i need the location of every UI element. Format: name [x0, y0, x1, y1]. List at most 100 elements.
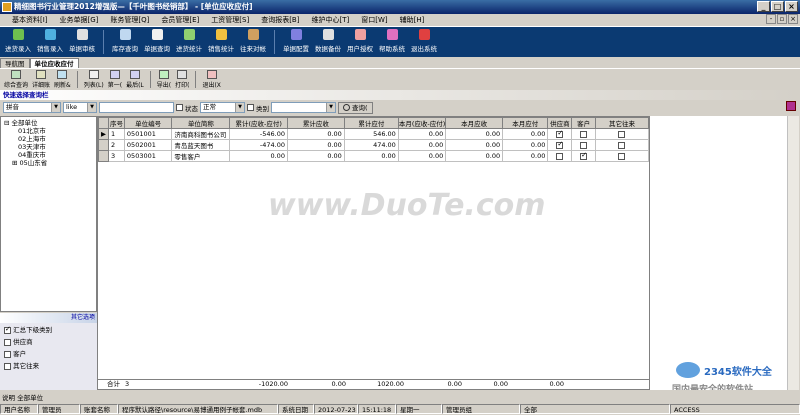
checkbox[interactable] — [556, 141, 564, 149]
menu-basic[interactable]: 基本资料[I] — [6, 14, 54, 27]
cell-other-checkbox[interactable] — [594, 128, 649, 140]
menu-accounts[interactable]: 账务管理[Q] — [104, 14, 155, 27]
user-auth-button[interactable]: 用户授权 — [344, 27, 376, 57]
exit-button[interactable]: 退出系统 — [408, 27, 440, 57]
vertical-scrollbar[interactable] — [787, 116, 799, 390]
detail-ledger-button[interactable]: 详细账 — [30, 69, 52, 90]
table-row[interactable]: ▶ 1 0501001 济南商科图书公司 -546.00 0.00 546.00 0.00 0.… — [98, 128, 649, 140]
menu-window[interactable]: 窗口[W] — [355, 14, 393, 27]
col-header[interactable]: 供应商 — [547, 117, 573, 129]
last-button[interactable]: 最后(L — [124, 69, 146, 90]
checkbox[interactable] — [580, 152, 588, 160]
cell-supplier-checkbox[interactable] — [547, 150, 573, 162]
purchase-stats-button[interactable]: 进货统计 — [173, 27, 205, 57]
cell-supplier-checkbox[interactable] — [547, 139, 573, 151]
refresh-button[interactable]: 刷新& — [52, 69, 73, 90]
checkbox[interactable] — [4, 338, 11, 346]
search-operator-select[interactable]: like ▼ — [63, 102, 97, 113]
menu-documents[interactable]: 业务单据[G] — [54, 14, 105, 27]
checkbox[interactable] — [4, 325, 11, 334]
table-row[interactable]: 2 0502001 青岛蓝天图书 -474.00 0.00 474.00 0.00 0.00 0… — [98, 139, 649, 151]
query-button[interactable]: 查询( — [338, 101, 373, 114]
checkbox[interactable] — [4, 350, 11, 358]
col-header[interactable]: 序号 — [108, 117, 125, 129]
menu-members[interactable]: 会员管理[E] — [155, 14, 205, 27]
doc-audit-button[interactable]: 单据审核 — [66, 27, 98, 57]
stock-query-button[interactable]: 库存查询 — [109, 27, 141, 57]
checkbox[interactable] — [618, 152, 626, 160]
combined-query-button[interactable]: 综合查询 — [2, 69, 30, 90]
menu-help[interactable]: 辅助[H] — [394, 14, 431, 27]
checkbox[interactable] — [580, 130, 588, 138]
collapse-icon[interactable]: ⌃ — [90, 313, 95, 323]
tree-node[interactable]: 01北京市 — [4, 127, 93, 135]
search-field-select[interactable]: 拼音 ▼ — [3, 102, 61, 113]
status-checkbox[interactable] — [176, 104, 183, 111]
cell-customer-checkbox[interactable] — [571, 139, 596, 151]
status-select[interactable]: 正常 ▼ — [200, 102, 245, 113]
col-header[interactable]: 累计应收 — [286, 117, 345, 129]
checkbox[interactable] — [618, 130, 626, 138]
checkbox[interactable] — [556, 152, 564, 160]
tab-navigator[interactable]: 导航图 — [0, 58, 30, 68]
option-other[interactable]: 其它往来 — [4, 362, 93, 371]
checkbox[interactable] — [556, 130, 564, 138]
close-button[interactable]: × — [785, 1, 798, 12]
export-button[interactable]: 导出( — [155, 69, 173, 90]
list-button[interactable]: 列表(L) — [82, 69, 106, 90]
col-header[interactable]: 单位编号 — [123, 117, 173, 129]
reconcile-button[interactable]: 往来对帐 — [237, 27, 269, 57]
menu-maintenance[interactable]: 维护中心[T] — [305, 14, 355, 27]
purchase-entry-button[interactable]: 进货录入 — [2, 27, 34, 57]
option-supplier[interactable]: 供应商 — [4, 338, 93, 347]
tab-receivables[interactable]: 单位应收应付 — [29, 58, 79, 68]
col-header[interactable]: 本月应付 — [502, 117, 549, 129]
col-header[interactable]: 其它往来 — [594, 117, 649, 129]
title-bar: 精细图书行业管理2012增强版—【千叶图书经销部】 - [单位应收应付] _ □… — [0, 0, 800, 14]
doc-query-button[interactable]: 单据查询 — [141, 27, 173, 57]
cell-other-checkbox[interactable] — [594, 139, 649, 151]
checkbox[interactable] — [4, 362, 11, 370]
doc-config-button[interactable]: 单据配置 — [280, 27, 312, 57]
totals-pay: 1020.00 — [377, 380, 404, 388]
col-header[interactable]: 累计应付 — [343, 117, 399, 129]
cell-customer-checkbox[interactable] — [571, 128, 596, 140]
mdi-restore-button[interactable]: ▫ — [777, 14, 787, 24]
checkbox[interactable] — [618, 141, 626, 149]
other-options-header[interactable]: 其它选项 ⌃ — [0, 313, 97, 323]
tree-node[interactable]: 02上海市 — [4, 135, 93, 143]
purchase-icon — [12, 29, 24, 40]
mdi-close-button[interactable]: × — [788, 14, 798, 24]
col-header[interactable]: 本月应收 — [445, 117, 504, 129]
category-checkbox[interactable] — [247, 104, 254, 111]
menu-payroll[interactable]: 工资管理[S] — [205, 14, 255, 27]
category-select[interactable]: ▼ — [271, 102, 336, 113]
tree-node-expandable[interactable]: ⊞ 05山东省 — [4, 159, 93, 167]
first-button[interactable]: 第一( — [106, 69, 124, 90]
tree-node-root[interactable]: ⊟ 全部单位 — [4, 119, 93, 127]
help-button[interactable]: 帮助系统 — [376, 27, 408, 57]
print-button[interactable]: 打印( — [173, 69, 191, 90]
checkbox[interactable] — [580, 141, 588, 149]
option-summarize[interactable]: 汇总下级类别 — [4, 325, 93, 335]
minimize-button[interactable]: _ — [757, 1, 770, 12]
col-header[interactable]: 本月(应收-应付) — [397, 117, 447, 129]
cell-supplier-checkbox[interactable] — [547, 128, 573, 140]
cell-other-checkbox[interactable] — [594, 150, 649, 162]
maximize-button[interactable]: □ — [771, 1, 784, 12]
tree-node[interactable]: 03天津市 — [4, 143, 93, 151]
col-header[interactable]: 客户 — [571, 117, 596, 129]
menu-reports[interactable]: 查询报表[B] — [255, 14, 305, 27]
close-tab-button[interactable]: 退出(X — [200, 69, 222, 90]
backup-button[interactable]: 数据备份 — [312, 27, 344, 57]
cell-customer-checkbox[interactable] — [571, 150, 596, 162]
col-header[interactable]: 累计(应收-应付) — [229, 117, 288, 129]
option-customer[interactable]: 客户 — [4, 350, 93, 359]
mdi-minimize-button[interactable]: - — [766, 14, 776, 24]
search-input[interactable] — [99, 102, 174, 113]
col-header[interactable]: 单位简称 — [171, 117, 231, 129]
table-row[interactable]: 3 0503001 零售客户 0.00 0.00 0.00 0.00 0.00 0.00 — [98, 150, 649, 162]
sales-stats-button[interactable]: 销售统计 — [205, 27, 237, 57]
tree-node[interactable]: 04重庆市 — [4, 151, 93, 159]
sales-entry-button[interactable]: 销售录入 — [34, 27, 66, 57]
